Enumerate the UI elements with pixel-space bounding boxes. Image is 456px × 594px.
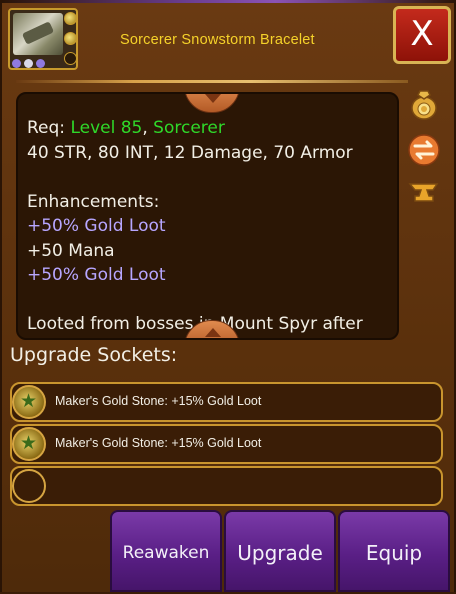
reawaken-button[interactable]: Reawaken xyxy=(110,510,222,592)
star-icon: ★ xyxy=(20,432,38,454)
socket-row-1[interactable]: ★ Maker's Gold Stone: +15% Gold Loot xyxy=(10,382,443,422)
scroll-up-button[interactable] xyxy=(184,94,240,113)
gold-bag-icon[interactable] xyxy=(407,86,441,120)
enhancement-1: +50% Gold Loot xyxy=(27,216,166,236)
empty-socket-icon xyxy=(12,469,46,503)
description-text: Req: Level 85, Sorcerer 40 STR, 80 INT, … xyxy=(27,116,397,337)
equip-button[interactable]: Equip xyxy=(338,510,450,592)
gem-slot-2 xyxy=(64,32,77,45)
rarity-dot-1 xyxy=(12,59,21,68)
gold-stone-icon: ★ xyxy=(12,427,46,461)
item-description-box[interactable]: Req: Level 85, Sorcerer 40 STR, 80 INT, … xyxy=(16,92,399,340)
close-button[interactable]: X xyxy=(393,6,451,64)
enhancement-2: +50 Mana xyxy=(27,240,115,261)
req-label: Req: xyxy=(27,118,66,138)
req-class: Sorcerer xyxy=(153,118,225,138)
rarity-dot-2 xyxy=(24,59,33,68)
socket-row-2[interactable]: ★ Maker's Gold Stone: +15% Gold Loot xyxy=(10,424,443,464)
upgrade-sockets-title: Upgrade Sockets: xyxy=(10,344,178,366)
socket-row-3[interactable] xyxy=(10,466,443,506)
bracelet-art xyxy=(13,13,63,55)
stats-line: 40 STR, 80 INT, 12 Damage, 70 Armor xyxy=(27,142,353,163)
enhancements-title: Enhancements: xyxy=(27,191,160,212)
enhancement-3: +50% Gold Loot xyxy=(27,265,166,285)
chevron-up-icon xyxy=(205,328,221,337)
item-name: Sorcerer Snowstorm Bracelet xyxy=(120,32,315,48)
bracelet-icon[interactable] xyxy=(8,8,78,70)
rarity-dot-3 xyxy=(36,59,45,68)
requirement-line: Req: Level 85, Sorcerer xyxy=(27,116,397,141)
upgrade-button[interactable]: Upgrade xyxy=(224,510,336,592)
swap-icon[interactable] xyxy=(407,133,441,167)
socket-label: Maker's Gold Stone: +15% Gold Loot xyxy=(55,436,262,450)
req-separator: , xyxy=(142,118,148,138)
anvil-icon[interactable] xyxy=(407,176,441,210)
gem-slot-3 xyxy=(64,52,77,65)
header-divider xyxy=(16,80,408,83)
gold-stone-icon: ★ xyxy=(12,385,46,419)
socket-label: Maker's Gold Stone: +15% Gold Loot xyxy=(55,394,262,408)
chevron-down-icon xyxy=(205,94,221,103)
star-icon: ★ xyxy=(20,390,38,412)
req-level: Level 85 xyxy=(70,118,143,138)
top-border xyxy=(2,0,456,3)
item-detail-panel: Sorcerer Snowstorm Bracelet X Req: Level… xyxy=(0,0,456,592)
gem-slot-1 xyxy=(64,12,77,25)
